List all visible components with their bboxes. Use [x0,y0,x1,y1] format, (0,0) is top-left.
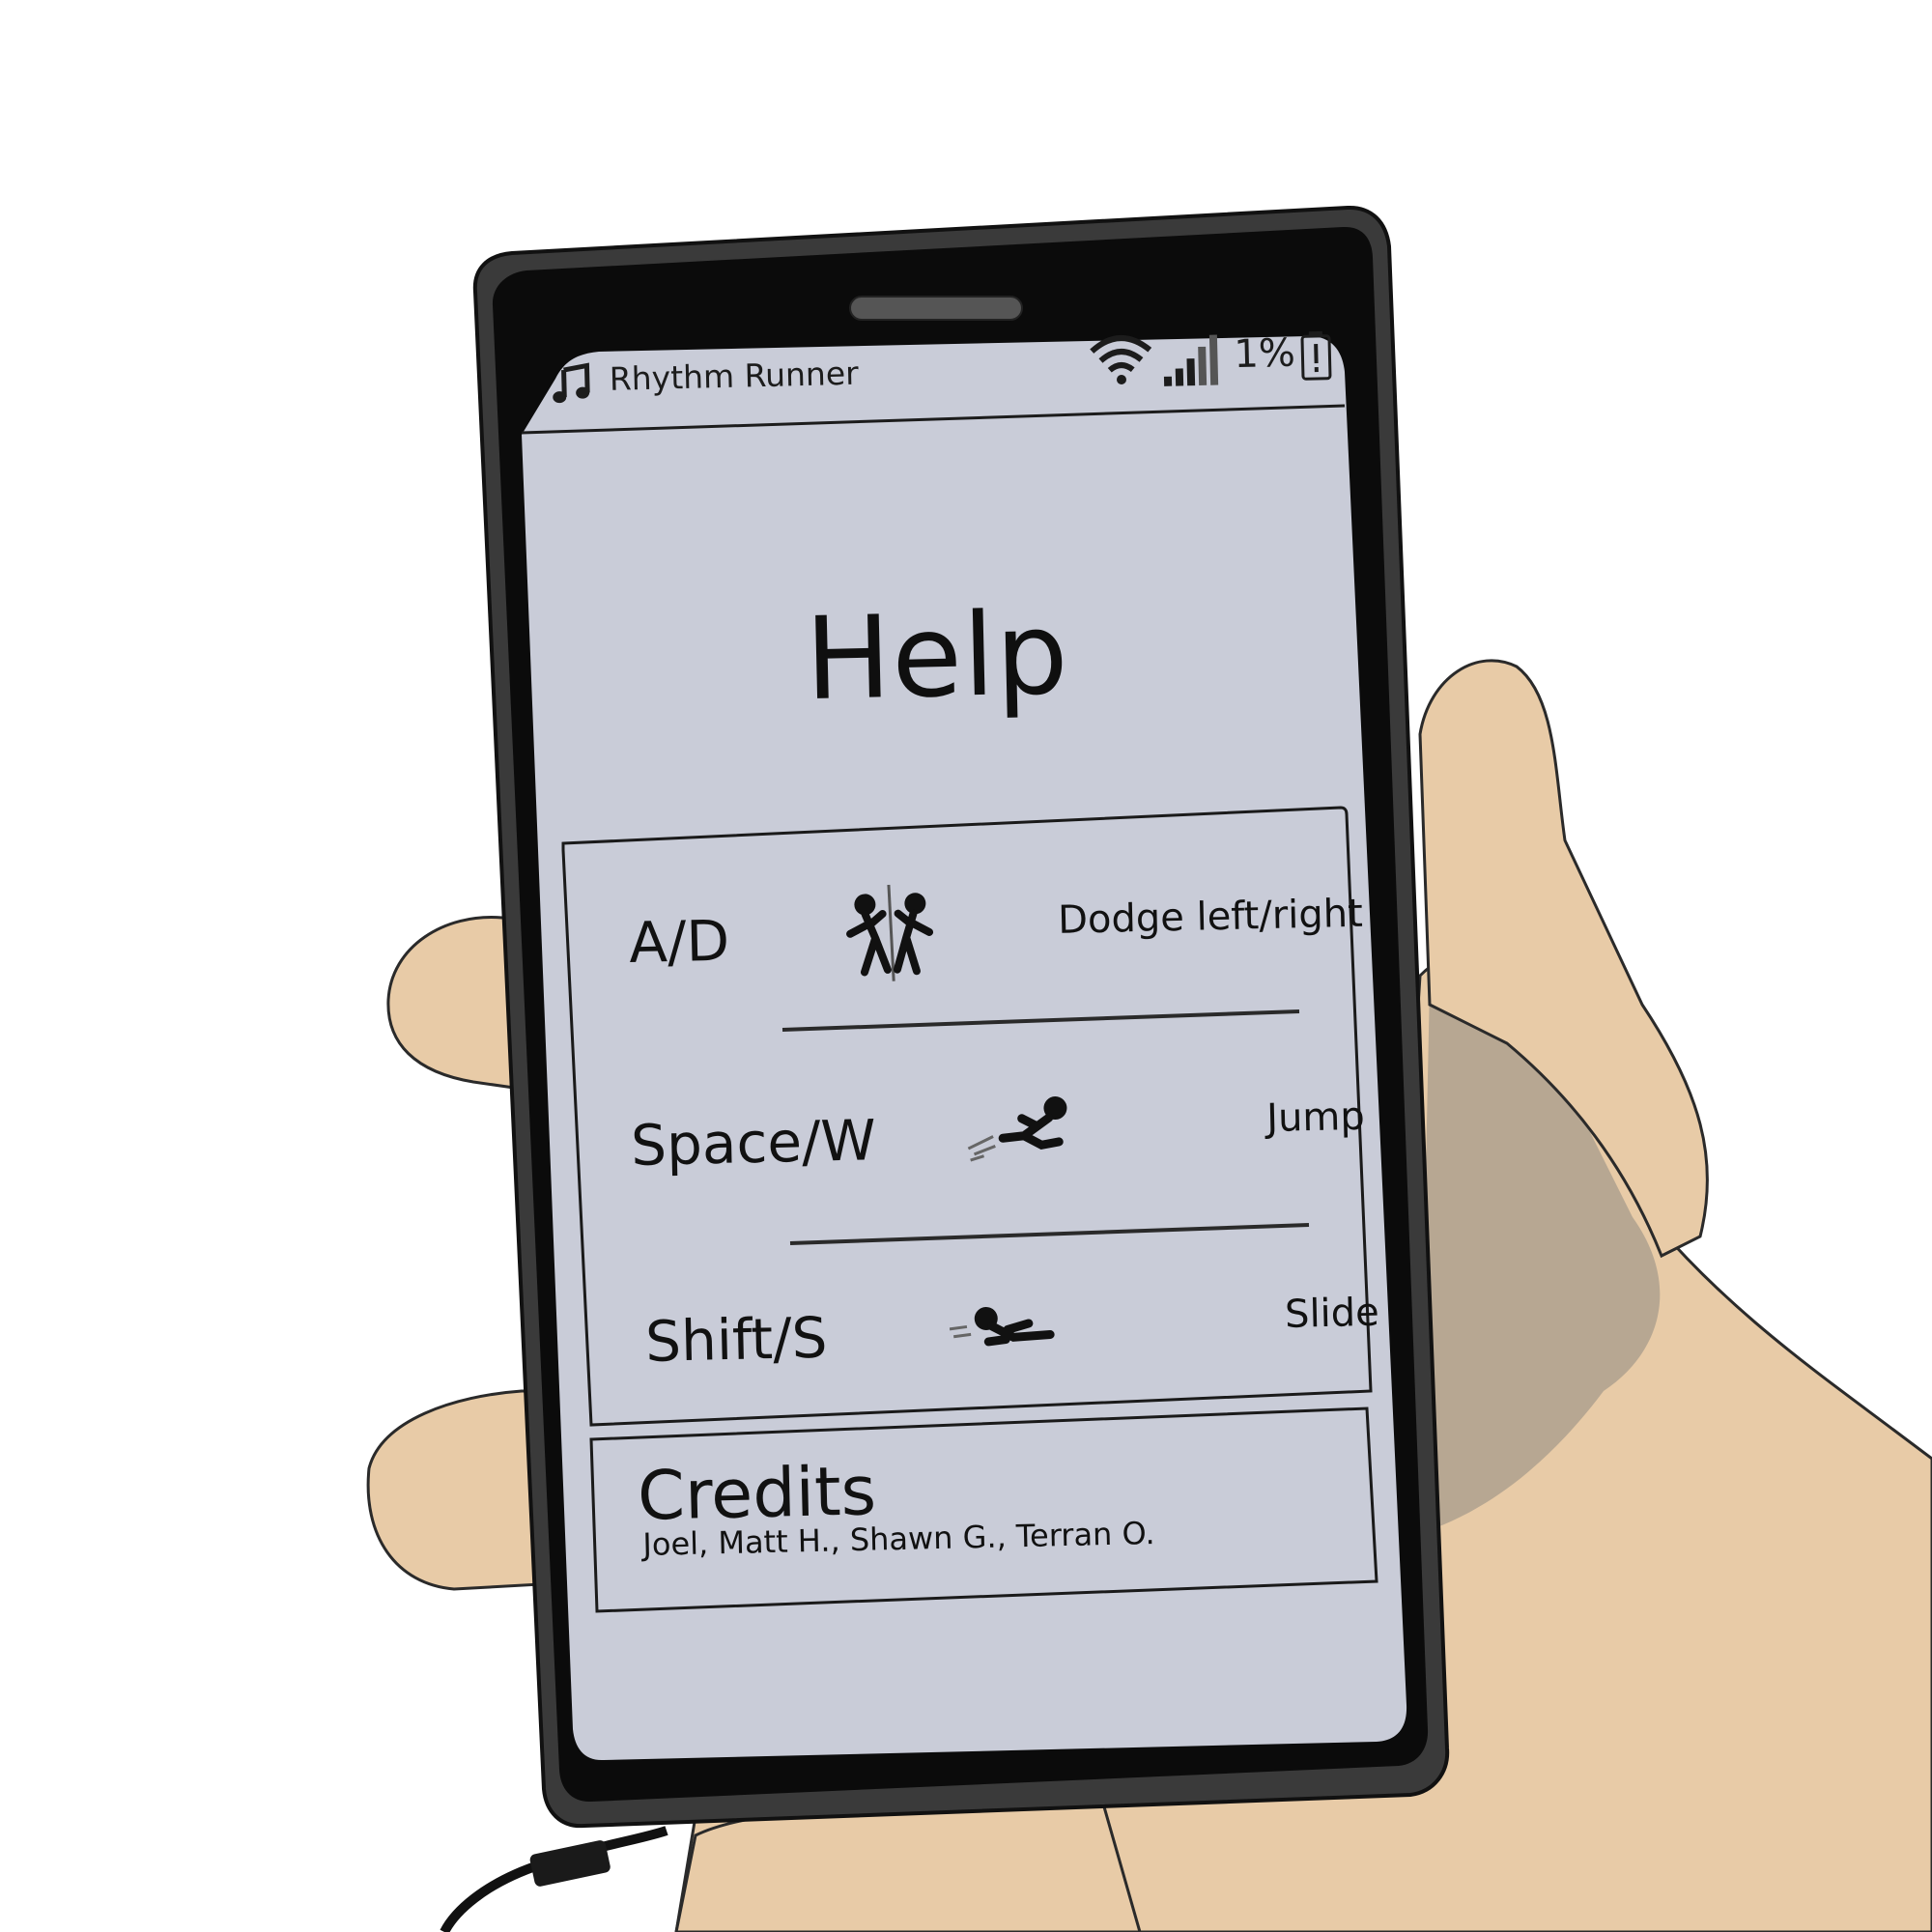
signal-bars-icon [1163,334,1219,386]
control-row-dodge: A/D Dodge left/right [628,874,1365,1007]
battery-percent: 1% [1233,330,1296,378]
control-row-jump: Space/W Jump [630,1077,1367,1209]
slide-figure-icon [949,1306,1055,1347]
control-key: A/D [628,907,730,976]
jump-figure-icon [967,1096,1067,1162]
headphone-plug [529,1840,611,1887]
control-row-slide: Shift/S Slide [644,1273,1381,1406]
control-key: Space/W [630,1107,877,1179]
music-note-icon [553,362,590,404]
battery-low-icon [1300,330,1332,381]
finger-lower [366,1389,543,1591]
dodge-figures-icon [846,884,934,981]
wifi-icon [1090,335,1152,384]
app-title: Rhythm Runner [609,354,860,398]
control-key: Shift/S [644,1304,829,1375]
control-action: Dodge left/right [1057,891,1364,943]
earpiece-speaker [849,296,1023,321]
phone [440,205,1450,1932]
page-title: Help [803,585,1071,726]
control-action: Slide [1284,1290,1380,1337]
control-action: Jump [1265,1094,1366,1142]
